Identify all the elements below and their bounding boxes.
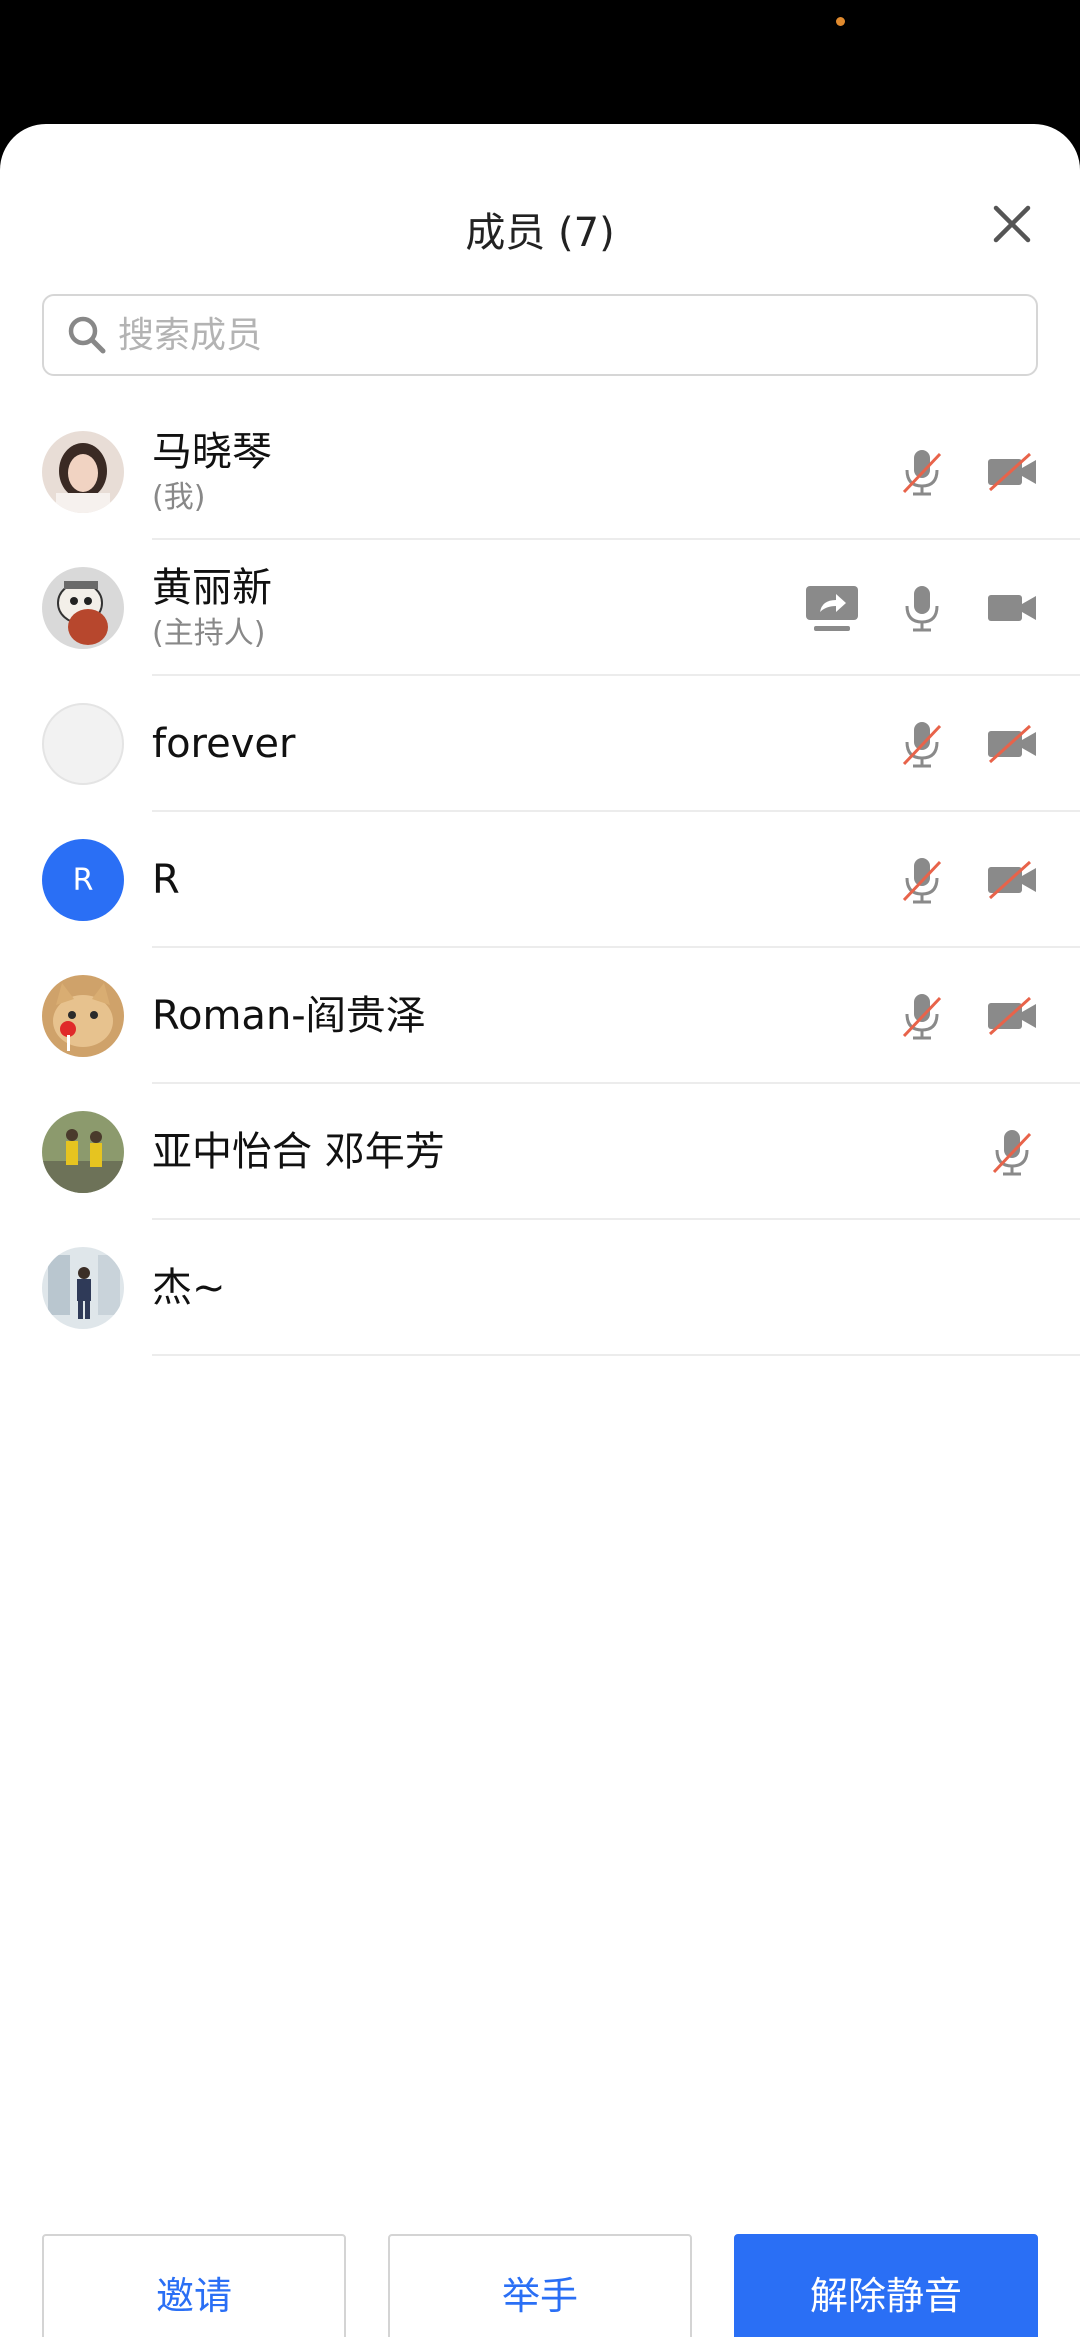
- member-name: 黄丽新: [152, 565, 272, 611]
- member-name: R: [152, 857, 180, 903]
- avatar: [42, 567, 124, 649]
- avatar: [42, 1111, 124, 1193]
- avatar: [42, 431, 124, 513]
- camera-icon[interactable]: [984, 580, 1040, 636]
- mic-muted-icon[interactable]: [894, 716, 950, 772]
- member-list: 马晓琴 (我) 黄丽新 (主持人) forever R R Roman-阎贵泽 …: [0, 404, 1080, 1356]
- page-title: 成员 (7): [465, 210, 615, 256]
- search-box[interactable]: [42, 294, 1038, 376]
- mic-muted-icon[interactable]: [894, 444, 950, 500]
- camera-off-icon[interactable]: [984, 444, 1040, 500]
- member-name: Roman-阎贵泽: [152, 993, 426, 1039]
- member-name: 亚中怡合 邓年芳: [152, 1129, 445, 1175]
- member-row[interactable]: 黄丽新 (主持人): [0, 540, 1080, 676]
- camera-off-icon[interactable]: [984, 852, 1040, 908]
- screen-share-icon[interactable]: [804, 580, 860, 636]
- member-row[interactable]: R R: [0, 812, 1080, 948]
- camera-off-icon[interactable]: [984, 716, 1040, 772]
- close-icon[interactable]: [990, 202, 1034, 246]
- member-row[interactable]: Roman-阎贵泽: [0, 948, 1080, 1084]
- member-name: forever: [152, 721, 296, 767]
- member-row[interactable]: 亚中怡合 邓年芳: [0, 1084, 1080, 1220]
- member-name: 杰~: [152, 1265, 226, 1311]
- avatar: [42, 703, 124, 785]
- search-icon: [68, 316, 106, 354]
- avatar: [42, 1247, 124, 1329]
- unmute-button[interactable]: 解除静音: [734, 2234, 1038, 2337]
- avatar-letter: R: [72, 862, 94, 898]
- footer-actions: 邀请 举手 解除静音: [42, 2234, 1038, 2337]
- mic-muted-icon[interactable]: [894, 988, 950, 1044]
- mic-icon[interactable]: [894, 580, 950, 636]
- invite-button[interactable]: 邀请: [42, 2234, 346, 2337]
- member-name: 马晓琴: [152, 429, 272, 475]
- mic-muted-icon[interactable]: [894, 852, 950, 908]
- status-indicator-dot: [836, 17, 845, 26]
- member-row[interactable]: forever: [0, 676, 1080, 812]
- avatar: R: [42, 839, 124, 921]
- avatar: [42, 975, 124, 1057]
- raise-hand-button[interactable]: 举手: [388, 2234, 692, 2337]
- camera-off-icon[interactable]: [984, 988, 1040, 1044]
- member-row[interactable]: 杰~: [0, 1220, 1080, 1356]
- member-row[interactable]: 马晓琴 (我): [0, 404, 1080, 540]
- member-role: (我): [152, 480, 206, 515]
- member-role: (主持人): [152, 616, 266, 651]
- mic-muted-icon[interactable]: [984, 1124, 1040, 1180]
- search-input[interactable]: [118, 314, 978, 356]
- members-sheet: 成员 (7) 马晓琴 (我): [0, 124, 1080, 2337]
